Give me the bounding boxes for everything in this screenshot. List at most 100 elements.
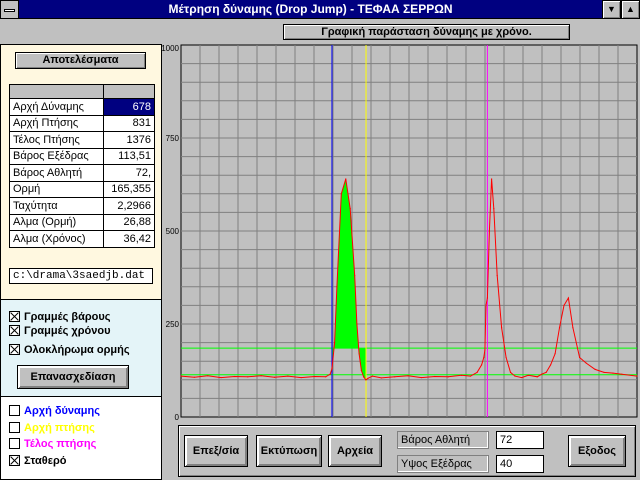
data-point	[476, 371, 478, 373]
weight-lines-checkbox[interactable]: Γραμμές βάρους	[9, 310, 111, 323]
file-path-field[interactable]: c:\drama\3saedjb.dat	[9, 268, 153, 284]
data-point	[336, 286, 338, 288]
results-title: Αποτελέσματα	[15, 52, 146, 69]
table-row[interactable]: Ταχύτητα 2,2966	[9, 197, 155, 215]
data-point	[545, 371, 547, 373]
table-row[interactable]: Τέλος Πτήσης 1376	[9, 131, 155, 149]
time-lines-label: Γραμμές χρόνου	[24, 324, 111, 337]
table-row[interactable]: Βάρος Αθλητή 72,	[9, 164, 155, 182]
checkbox-box[interactable]	[9, 325, 20, 336]
result-label: Βάρος Αθλητή	[9, 164, 104, 182]
maximize-button[interactable]: ▲	[621, 0, 640, 19]
redraw-button[interactable]: Επανασχεδίαση	[17, 365, 129, 389]
result-value[interactable]: 165,355	[103, 180, 155, 198]
data-point	[313, 375, 316, 378]
result-label: Αλμα (Ορμή)	[9, 213, 104, 231]
result-label: Ορμή	[9, 180, 104, 198]
chart-title: Γραφική παράσταση δύναμης με χρόνο.	[283, 24, 570, 40]
data-point	[636, 375, 638, 377]
checkbox-box[interactable]	[9, 344, 20, 355]
data-point	[572, 327, 574, 329]
table-row[interactable]: Αλμα (Ορμή) 26,88	[9, 213, 155, 231]
platform-height-label: Υψος Εξέδρας	[397, 455, 489, 473]
data-point	[447, 376, 449, 378]
data-point	[371, 375, 374, 377]
minimize-button[interactable]: ▼	[602, 0, 621, 19]
data-point	[329, 373, 331, 375]
athlete-weight-label: Βάρος Αθλητή	[397, 431, 489, 449]
checkbox-box[interactable]	[9, 438, 20, 449]
flight-end-color-checkbox[interactable]: Τέλος πτήσης	[9, 437, 96, 450]
force-time-chart: 0 250 500 750 1000	[162, 44, 638, 420]
result-value[interactable]: 26,88	[103, 213, 155, 231]
data-point	[554, 353, 556, 355]
data-point	[585, 362, 587, 364]
data-point	[349, 208, 351, 210]
table-row[interactable]: Αλμα (Χρόνος) 36,42	[9, 230, 155, 248]
system-menu-button[interactable]	[0, 0, 19, 19]
flight-start-color-checkbox[interactable]: Αρχή πτήσης	[9, 421, 95, 434]
checkbox-box[interactable]	[9, 422, 20, 433]
process-button[interactable]: Επεξ/σία	[184, 435, 248, 467]
data-point	[367, 377, 369, 379]
result-value[interactable]: 1376	[103, 131, 155, 149]
result-value[interactable]: 36,42	[103, 230, 155, 248]
data-point	[354, 275, 356, 277]
result-value[interactable]: 831	[103, 114, 155, 132]
exit-button[interactable]: Εξοδος	[568, 435, 626, 467]
result-label: Τέλος Πτήσης	[9, 131, 104, 149]
data-point	[485, 304, 487, 306]
data-point	[460, 374, 463, 376]
data-point	[550, 364, 552, 366]
checkbox-box[interactable]	[9, 405, 20, 416]
data-point	[356, 323, 358, 325]
data-point	[345, 178, 347, 180]
data-point	[362, 376, 365, 378]
checkbox-box[interactable]	[9, 311, 20, 322]
constant-label: Σταθερό	[24, 454, 67, 467]
athlete-weight-input[interactable]: 72	[496, 431, 544, 449]
data-point	[180, 375, 182, 377]
y-tick-label: 0	[175, 413, 180, 420]
result-label: Αρχή Δύναμης	[9, 98, 104, 116]
result-value[interactable]: 72,	[103, 164, 155, 182]
data-point	[501, 327, 503, 329]
checkbox-box[interactable]	[9, 455, 20, 466]
constant-checkbox[interactable]: Σταθερό	[9, 454, 66, 467]
flight-start-legend-label: Αρχή πτήσης	[24, 421, 95, 434]
table-row[interactable]: Ορμή 165,355	[9, 180, 155, 198]
data-point	[486, 297, 488, 299]
data-point	[558, 327, 561, 329]
flight-end-legend-label: Τέλος πτήσης	[24, 437, 97, 450]
print-button[interactable]: Εκτύπωση	[256, 435, 322, 467]
data-point	[603, 371, 605, 373]
data-point	[334, 342, 336, 344]
title-bar[interactable]: Μέτρηση δύναμης (Drop Jump) - ΤΕΦΑΑ ΣΕΡΡ…	[0, 0, 640, 19]
force-start-color-checkbox[interactable]: Αρχή δύναμης	[9, 404, 100, 417]
files-button[interactable]: Αρχεία	[328, 435, 382, 467]
data-point	[434, 375, 436, 378]
data-point	[567, 297, 570, 299]
data-point	[488, 230, 490, 232]
data-point	[521, 376, 523, 379]
table-row[interactable]: Αρχή Δύναμης 678	[9, 98, 155, 116]
data-point	[420, 376, 423, 379]
table-row[interactable]: Αρχή Πτήσης 831	[9, 114, 155, 132]
impulse-integral-checkbox[interactable]: Ολοκλήρωμα ορμής	[9, 343, 130, 356]
main-window: Μέτρηση δύναμης (Drop Jump) - ΤΕΦΑΑ ΣΕΡΡ…	[0, 0, 640, 480]
result-value[interactable]: 2,2966	[103, 197, 155, 215]
result-value[interactable]: 678	[103, 98, 155, 116]
time-lines-checkbox[interactable]: Γραμμές χρόνου	[9, 324, 110, 337]
data-point	[273, 376, 276, 378]
result-value[interactable]: 113,51	[103, 147, 155, 165]
weight-lines-label: Γραμμές βάρους	[24, 310, 111, 323]
table-row[interactable]: Βάρος Εξέδρας 113,51	[9, 147, 155, 165]
data-point	[509, 371, 512, 373]
window-title: Μέτρηση δύναμης (Drop Jump) - ΤΕΦΑΑ ΣΕΡΡ…	[168, 2, 453, 16]
data-point	[340, 193, 342, 195]
platform-height-input[interactable]: 40	[496, 455, 544, 473]
data-point	[541, 373, 543, 375]
results-header-row	[9, 84, 155, 99]
data-point	[331, 368, 333, 370]
y-tick-label: 500	[166, 227, 180, 236]
